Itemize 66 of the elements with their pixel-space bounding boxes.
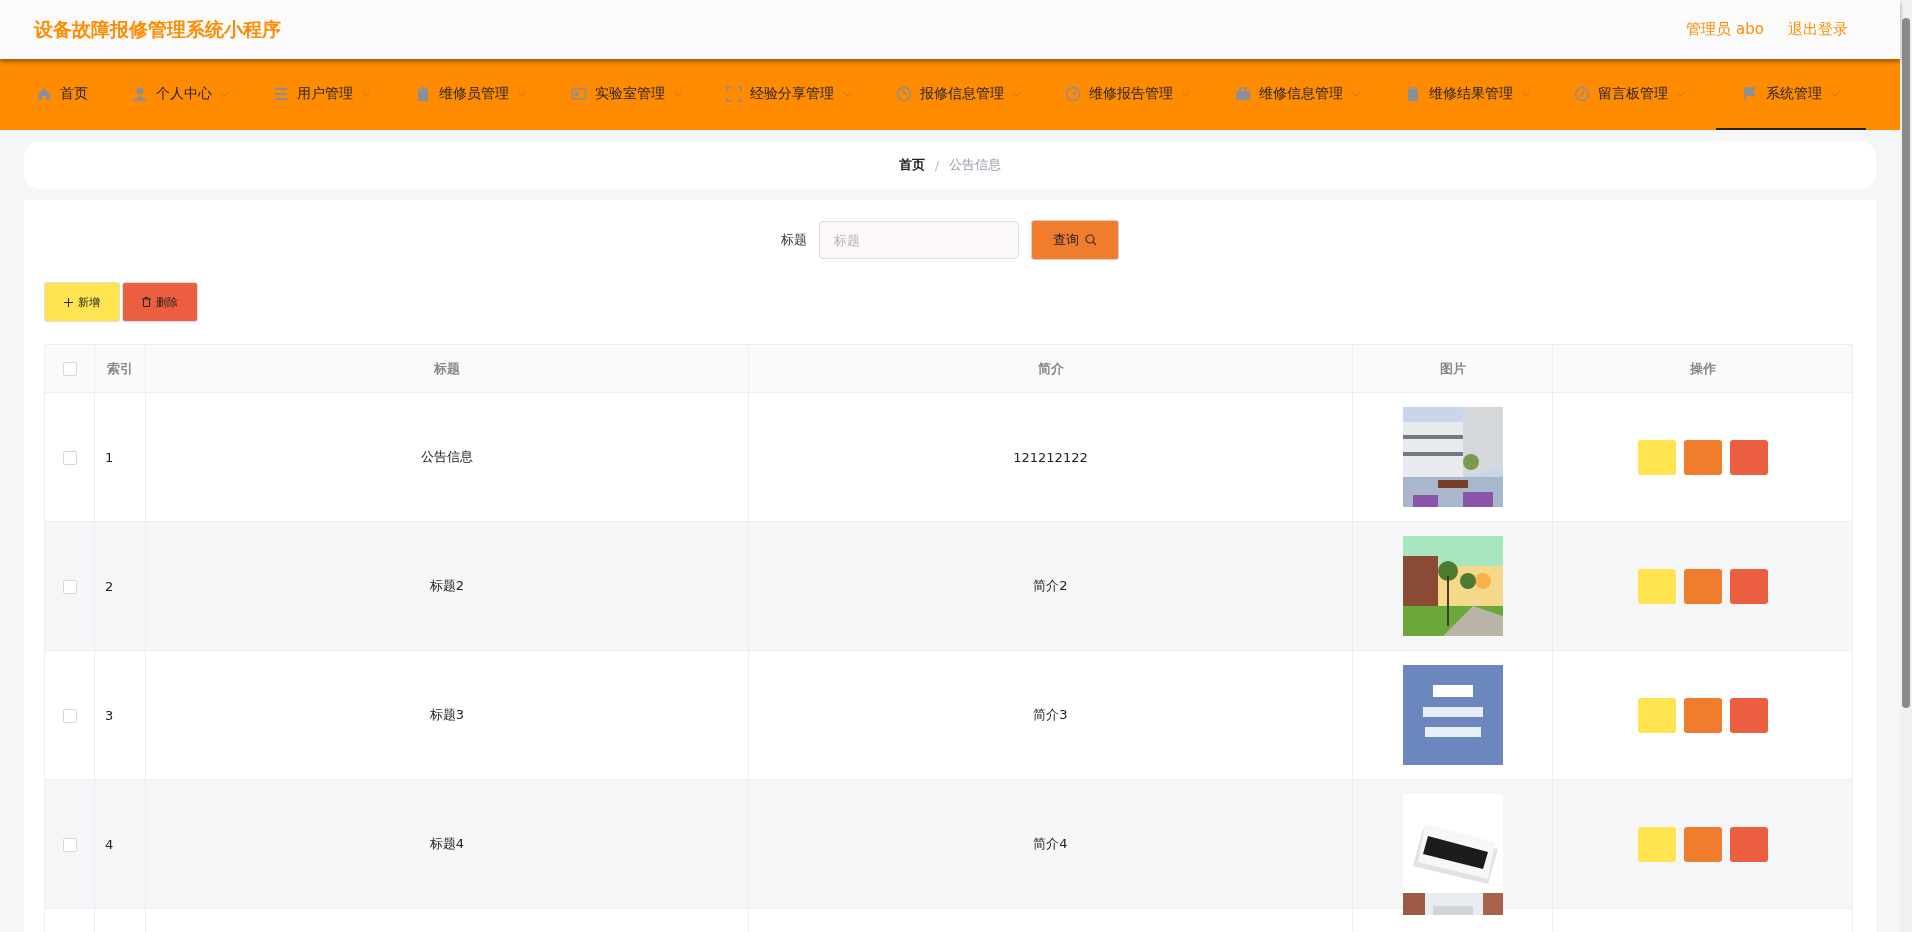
nav-item[interactable]: 维修信息管理 [1221, 59, 1375, 130]
search-icon [1085, 234, 1097, 246]
table-cell: 121212122 [748, 392, 1353, 522]
table-cell: 标题4 [145, 779, 749, 909]
nav-item[interactable]: 留言板管理 [1560, 59, 1701, 130]
nav-item[interactable]: 系统管理 [1715, 59, 1866, 130]
table-cell: 2 [94, 521, 146, 651]
list-icon [273, 85, 290, 102]
column-header: 索引 [94, 344, 146, 393]
user-icon [131, 85, 148, 102]
breadcrumb-item: 公告信息 [949, 156, 1002, 174]
column-header: 图片 [1352, 344, 1553, 393]
home-icon [36, 85, 52, 102]
user-name: 管理员 abo [1686, 20, 1764, 39]
table-cell: 公告信息 [145, 392, 749, 522]
action-button[interactable] [1683, 439, 1722, 475]
delete-button[interactable]: 删除 [122, 282, 198, 322]
action-button[interactable] [1729, 568, 1768, 604]
nav-item[interactable]: 经验分享管理 [712, 59, 867, 130]
action-button[interactable] [1683, 568, 1722, 604]
checkbox[interactable] [62, 837, 77, 852]
table-cell: 简介2 [748, 521, 1353, 651]
scrollbar[interactable] [1900, 0, 1912, 932]
table-cell: 标题2 [145, 521, 749, 651]
checkbox[interactable] [62, 450, 77, 465]
nav-item[interactable]: 维修结果管理 [1390, 59, 1545, 130]
checkbox[interactable] [62, 362, 77, 377]
column-header: 操作 [1552, 344, 1853, 393]
table-cell: 简介3 [748, 650, 1353, 780]
nav-item[interactable]: 用户管理 [259, 59, 386, 130]
briefcase-icon [1235, 85, 1251, 102]
table-cell: 标题3 [145, 650, 749, 780]
action-button[interactable] [1729, 697, 1768, 733]
table-cell: 简介4 [748, 779, 1353, 909]
trash-icon [142, 297, 151, 307]
clock-icon [895, 85, 912, 102]
add-button[interactable]: 新增 [44, 282, 120, 322]
gauge-icon [1065, 85, 1082, 102]
nav-item[interactable]: 维修报告管理 [1051, 59, 1206, 130]
checkbox[interactable] [62, 708, 77, 723]
action-button[interactable] [1683, 697, 1722, 733]
frame-icon [726, 85, 743, 102]
nav-item[interactable]: 维修员管理 [400, 59, 541, 130]
breadcrumb-item[interactable]: 首页 [898, 156, 925, 174]
nav-item[interactable]: 实验室管理 [556, 59, 697, 130]
action-button[interactable] [1729, 439, 1768, 475]
breadcrumb-separator: / [934, 157, 940, 173]
checkbox[interactable] [62, 579, 77, 594]
column-header: 简介 [748, 344, 1353, 393]
table-cell: 4 [94, 779, 146, 909]
table-cell: 1 [94, 392, 146, 522]
action-button[interactable] [1729, 826, 1768, 862]
compass-icon [1574, 85, 1591, 102]
flag-icon [1741, 85, 1758, 102]
nav-item[interactable]: 报修信息管理 [881, 59, 1036, 130]
app-title: 设备故障报修管理系统小程序 [34, 16, 281, 42]
search-button[interactable]: 查询 [1031, 220, 1119, 260]
action-button[interactable] [1683, 826, 1722, 862]
nav-item[interactable]: 首页 [22, 59, 102, 130]
search-field[interactable]: 标题 [819, 221, 1019, 259]
card-icon [570, 85, 587, 102]
plus-icon [64, 297, 73, 307]
column-header: 标题 [145, 344, 749, 393]
nav-item[interactable]: 个人中心 [117, 59, 244, 130]
search-label: 标题 [781, 231, 807, 249]
table-cell: 3 [94, 650, 146, 780]
